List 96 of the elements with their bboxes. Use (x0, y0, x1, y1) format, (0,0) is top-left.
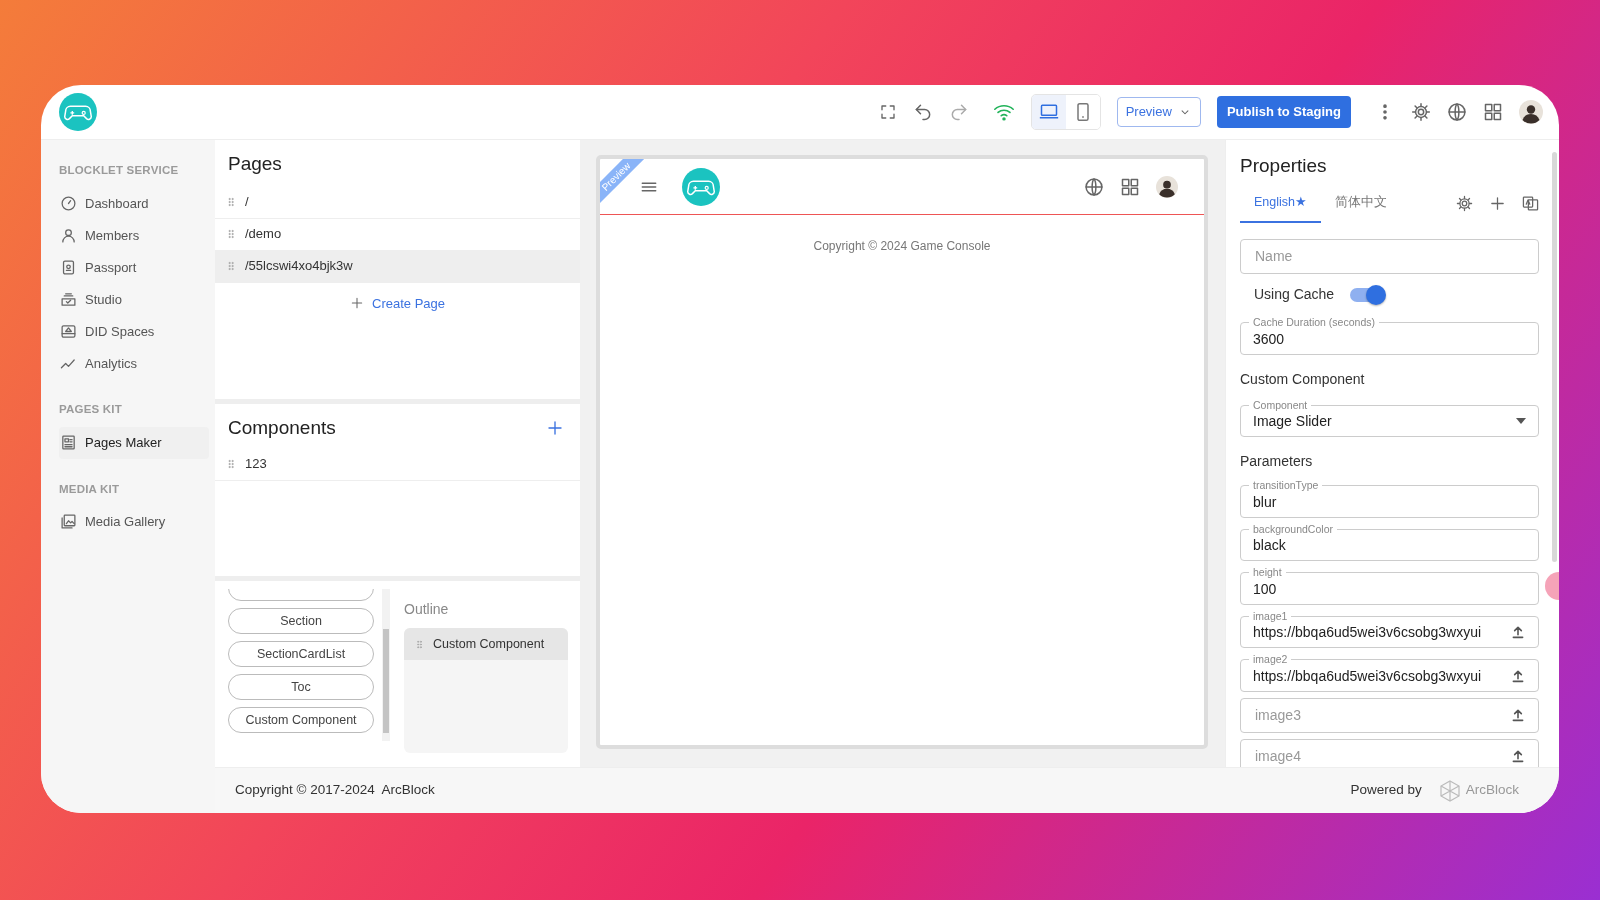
scrollbar[interactable] (382, 589, 390, 741)
panel-title: Properties (1240, 154, 1328, 178)
fullscreen-icon[interactable] (878, 103, 897, 121)
page-item[interactable]: /55lcswi4xo4bjk3w (215, 250, 580, 283)
text-field[interactable]: Cache Duration (seconds) 3600 (1240, 317, 1539, 355)
section-heading: PAGES KIT (59, 402, 123, 418)
sidebar-item[interactable]: Passport (59, 251, 209, 284)
badge-card-icon (60, 258, 77, 276)
sidebar-item[interactable]: Analytics (59, 347, 209, 380)
page-item[interactable]: / (215, 186, 580, 219)
section-title: Parameters (1240, 452, 1314, 472)
section-title: Custom Component (1240, 369, 1366, 389)
brand-name: ArcBlock (1465, 781, 1519, 800)
field-value[interactable]: image4 (1253, 744, 1510, 767)
outline-item[interactable]: Custom Component (404, 628, 568, 660)
settings-icon[interactable] (1411, 102, 1431, 122)
toggle-switch[interactable] (1350, 287, 1385, 302)
component-chip[interactable]: Toc (228, 674, 374, 700)
copyright-text: Copyright © 2024 Game Console (812, 238, 992, 255)
copyright-text: Copyright © 2017-2024 ArcBlock (235, 781, 435, 800)
text-field[interactable]: height 100 (1240, 567, 1539, 605)
field-label: backgroundColor (1252, 523, 1334, 535)
field-label: height (1252, 567, 1283, 578)
globe-icon[interactable] (1084, 176, 1104, 197)
text-field[interactable]: backgroundColor black (1240, 523, 1539, 562)
create-page-button[interactable]: Create Page (337, 286, 458, 320)
translate-icon[interactable] (1522, 195, 1539, 213)
page-item[interactable]: /demo (215, 218, 580, 251)
tray-check-icon (60, 290, 77, 308)
field-value[interactable]: Name (1253, 245, 1526, 269)
sidebar-item[interactable]: Members (59, 219, 209, 252)
field-value[interactable]: https://bbqa6ud5wei3v6csobg3wxyui (1253, 621, 1510, 644)
field-label: Component (1252, 399, 1309, 411)
sidebar-item[interactable]: Media Gallery (59, 505, 209, 538)
upload-icon[interactable] (1510, 707, 1526, 724)
drive-icon (60, 322, 77, 340)
powered-by-text: Powered by (1350, 781, 1422, 800)
component-chip[interactable]: Section (228, 608, 374, 634)
text-field[interactable]: image1 https://bbqa6ud5wei3v6csobg3wxyui (1240, 610, 1539, 649)
drag-handle-icon[interactable] (414, 638, 425, 650)
drag-handle-icon[interactable] (225, 196, 237, 208)
component-item[interactable]: 123 (215, 448, 580, 481)
field-label: image2 (1252, 654, 1289, 665)
field-label: image1 (1252, 610, 1289, 622)
add-icon[interactable] (546, 419, 564, 438)
select-field[interactable]: Component Image Slider (1240, 399, 1539, 438)
field-label: Cache Duration (seconds) (1252, 317, 1376, 328)
component-chip[interactable]: Custom Component (228, 707, 374, 733)
component-chip[interactable]: SectionCardList (228, 641, 374, 667)
section-heading: MEDIA KIT (59, 481, 121, 497)
panel-title: Components (228, 416, 336, 440)
add-icon[interactable] (1489, 195, 1506, 213)
field-label: transitionType (1252, 480, 1320, 491)
brand-logo (1437, 778, 1462, 803)
gauge-icon (60, 194, 77, 212)
sidebar-item[interactable]: Pages Maker (59, 426, 209, 459)
field-value[interactable]: 3600 (1253, 327, 1526, 350)
sidebar-item[interactable]: DID Spaces (59, 315, 209, 348)
avatar[interactable] (1156, 175, 1178, 198)
language-tab[interactable]: 简体中文 (1321, 184, 1401, 224)
language-tab[interactable]: English★ (1240, 184, 1321, 224)
drag-handle-icon[interactable] (225, 228, 237, 240)
field-value[interactable]: black (1253, 534, 1526, 557)
text-field[interactable]: image3 (1240, 697, 1539, 733)
sidebar-item[interactable]: Studio (59, 283, 209, 316)
upload-icon[interactable] (1510, 748, 1526, 765)
upload-icon[interactable] (1510, 624, 1526, 641)
globe-icon[interactable] (1447, 102, 1467, 122)
preview-dropdown[interactable]: Preview (1116, 97, 1201, 127)
panel-title: Outline (404, 600, 450, 619)
text-field[interactable]: image2 https://bbqa6ud5wei3v6csobg3wxyui (1240, 654, 1539, 692)
settings-icon[interactable] (1456, 195, 1473, 213)
scrollbar[interactable] (1552, 152, 1557, 562)
field-value[interactable]: https://bbqa6ud5wei3v6csobg3wxyui (1253, 664, 1510, 687)
dropdown-caret-icon[interactable] (1516, 418, 1526, 425)
gallery-icon (60, 513, 77, 531)
drag-handle-icon[interactable] (225, 260, 237, 272)
field-value[interactable]: 100 (1253, 577, 1526, 600)
person-icon (60, 226, 77, 244)
drag-handle-icon[interactable] (225, 458, 237, 470)
grid-icon[interactable] (1483, 102, 1503, 122)
section-heading: BLOCKLET SERVICE (59, 163, 180, 178)
field-value[interactable]: image3 (1253, 703, 1510, 727)
grid-icon[interactable] (1120, 176, 1140, 197)
text-field[interactable]: transitionType blur (1240, 480, 1539, 518)
desktop-icon[interactable] (1031, 95, 1066, 129)
field-value[interactable]: blur (1253, 490, 1526, 513)
toggle-label: Using Cache (1254, 285, 1335, 305)
plus-icon (350, 296, 364, 311)
panel-title: Pages (227, 152, 283, 176)
avatar[interactable] (1519, 100, 1543, 124)
text-field[interactable]: Name (1240, 239, 1539, 275)
document-icon (60, 434, 77, 451)
publish-button[interactable]: Publish to Staging (1216, 96, 1351, 128)
field-value[interactable]: Image Slider (1253, 410, 1516, 433)
sidebar-item[interactable]: Dashboard (59, 187, 209, 220)
